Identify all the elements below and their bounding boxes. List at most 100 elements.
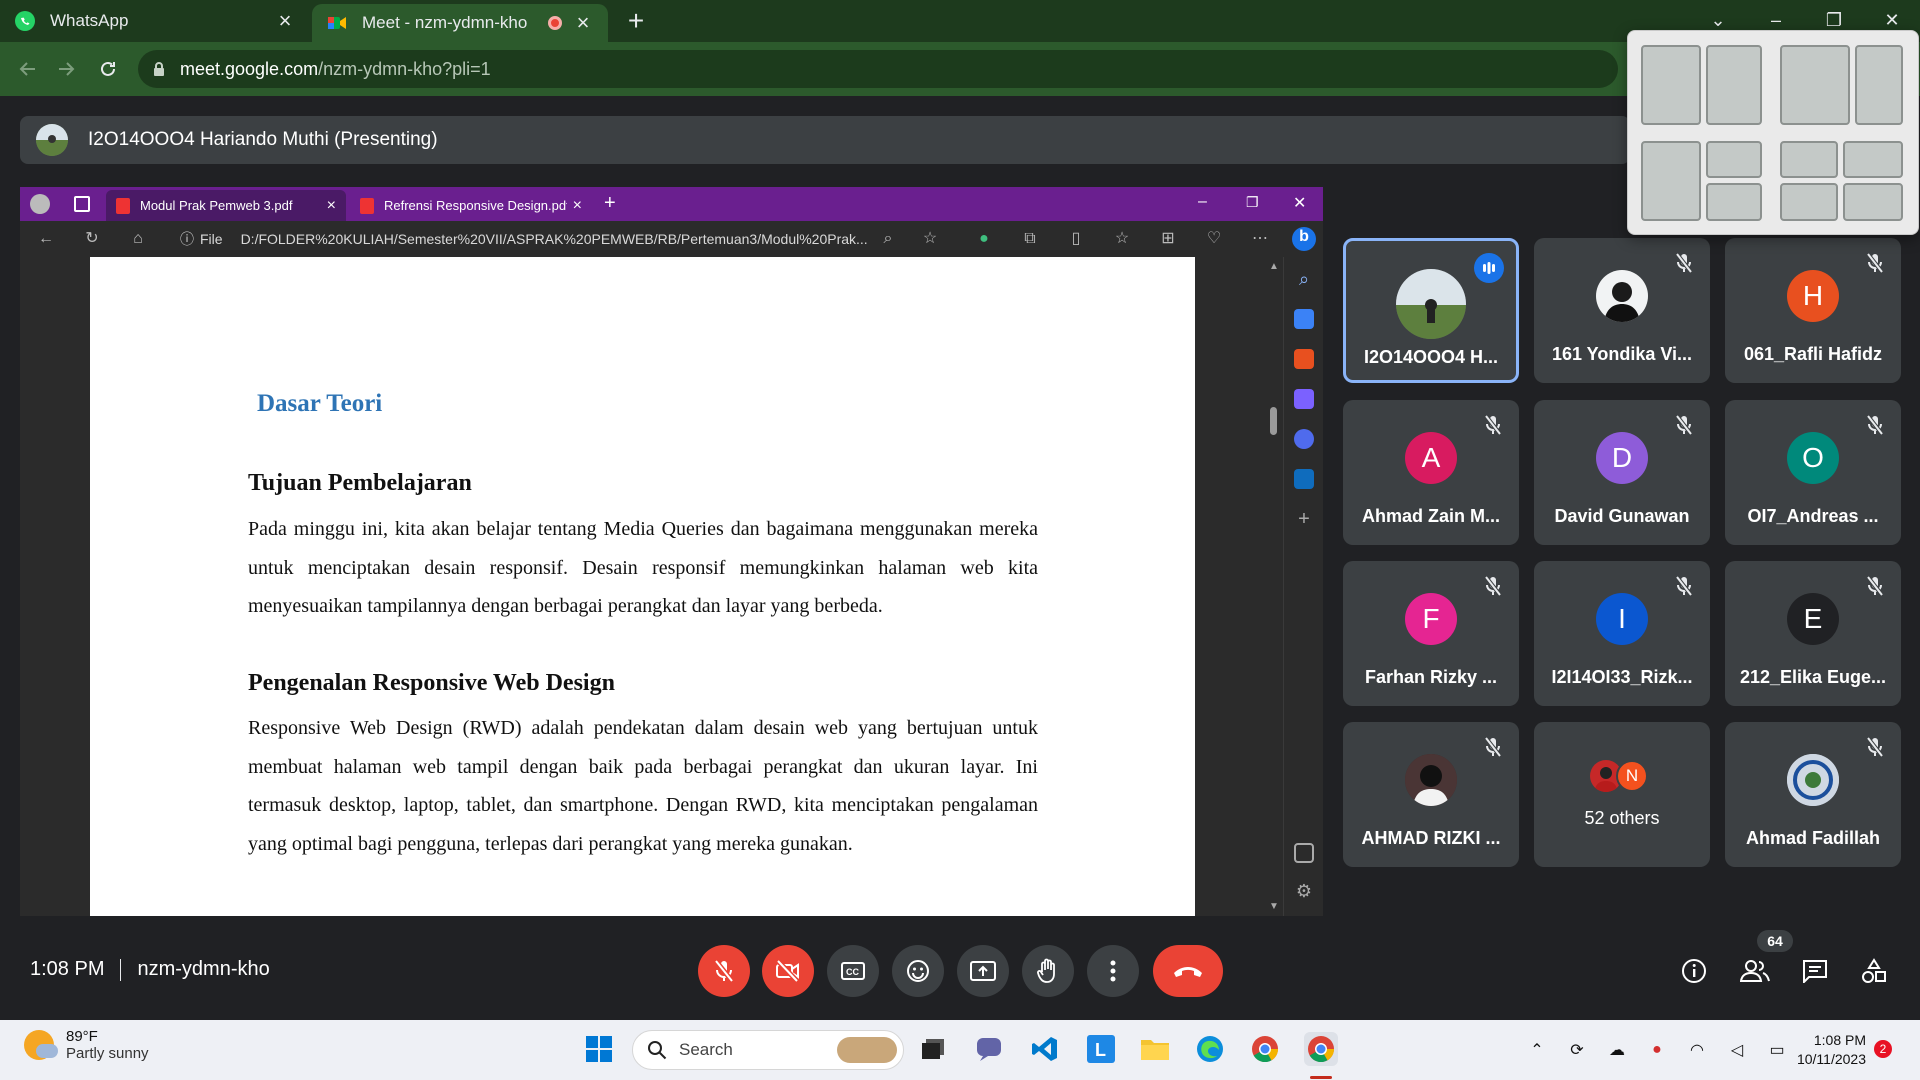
snap-zone[interactable] (1843, 141, 1903, 178)
vscode-icon[interactable] (1028, 1032, 1062, 1066)
pdf-page: Dasar Teori Tujuan Pembelajaran Pada min… (90, 257, 1195, 916)
others-tile[interactable]: N 52 others (1534, 722, 1710, 867)
participant-tile[interactable]: F Farhan Rizky ... (1343, 561, 1519, 706)
raise-hand-button[interactable] (1022, 945, 1074, 997)
health-icon: ♡ (1206, 230, 1222, 247)
tab-meet[interactable]: Meet - nzm-ydmn-kho × (312, 4, 608, 42)
participant-tile[interactable]: I I2I14OI33_Rizk... (1534, 561, 1710, 706)
mic-off-icon (1865, 252, 1885, 274)
system-tray: ⌃ ⟳ ☁ ● ◠ ◁ ▭ (1525, 1036, 1805, 1064)
settings-icon: ⚙ (1295, 881, 1313, 901)
new-tab-button[interactable]: + (622, 7, 650, 36)
close-tab-icon: × (326, 196, 336, 214)
taskbar-search[interactable]: Search (632, 1030, 904, 1070)
camera-toggle-button[interactable] (762, 945, 814, 997)
onedrive-icon[interactable]: ☁ (1605, 1038, 1629, 1062)
snap-zone[interactable] (1641, 141, 1701, 221)
close-tab-icon[interactable]: × (274, 8, 296, 33)
sync-icon[interactable]: ⟳ (1565, 1038, 1589, 1062)
weather-temp: 89°F (66, 1028, 98, 1045)
participant-tile[interactable]: A Ahmad Zain M... (1343, 400, 1519, 545)
chrome-icon[interactable] (1248, 1032, 1282, 1066)
snap-zone[interactable] (1706, 141, 1762, 178)
participant-tile[interactable]: Ahmad Fadillah (1725, 722, 1901, 867)
games-icon (1294, 389, 1314, 409)
windows-start-icon[interactable] (582, 1032, 616, 1066)
weather-widget[interactable]: 89°F Partly sunny (24, 1028, 149, 1062)
present-button[interactable] (957, 945, 1009, 997)
meeting-details-button[interactable] (1676, 953, 1712, 989)
close-tab-icon[interactable]: × (572, 10, 594, 35)
mic-toggle-button[interactable] (698, 945, 750, 997)
tab-whatsapp[interactable]: WhatsApp × (0, 0, 310, 42)
address-bar[interactable]: meet.google.com/nzm-ydmn-kho?pli=1 (138, 50, 1618, 88)
participant-name: 061_Rafli Hafidz (1743, 344, 1883, 364)
app-l-icon[interactable]: L (1084, 1032, 1118, 1066)
microphone-icon[interactable]: ● (1645, 1038, 1669, 1062)
search-icon: ⌕ (1298, 269, 1310, 289)
activities-button[interactable] (1856, 953, 1892, 989)
participant-name: David Gunawan (1554, 506, 1690, 526)
avatar: A (1405, 432, 1457, 484)
forward-icon[interactable] (52, 55, 80, 83)
sidebar-toggle-icon (1294, 843, 1314, 863)
snap-zone[interactable] (1780, 141, 1838, 178)
recording-icon (548, 16, 562, 30)
file-path: D:/FOLDER%20KULIAH/Semester%20VII/ASPRAK… (240, 231, 868, 247)
file-explorer-icon[interactable] (1138, 1032, 1172, 1066)
participant-tile[interactable]: O OI7_Andreas ... (1725, 400, 1901, 545)
participant-tile[interactable]: AHMAD RIZKI ... (1343, 722, 1519, 867)
mic-off-icon (1483, 736, 1503, 758)
favorite-icon: ☆ (922, 230, 938, 247)
reactions-button[interactable] (892, 945, 944, 997)
chevron-up-icon[interactable]: ⌃ (1525, 1038, 1549, 1062)
task-view-icon[interactable] (916, 1032, 950, 1066)
edge-url: ⓘ File D:/FOLDER%20KULIAH/Semester%20VII… (180, 227, 910, 251)
mic-off-icon (1483, 414, 1503, 436)
snap-zone[interactable] (1641, 45, 1701, 125)
snap-zone[interactable] (1780, 183, 1838, 221)
participant-tile[interactable]: D David Gunawan (1534, 400, 1710, 545)
pdf-icon (360, 197, 374, 214)
participant-tile[interactable]: E 212_Elika Euge... (1725, 561, 1901, 706)
snap-zone[interactable] (1855, 45, 1903, 125)
presenting-label: I2O14OOO4 Hariando Muthi (Presenting) (88, 129, 438, 150)
snap-zone[interactable] (1706, 45, 1762, 125)
participant-name: 161 Yondika Vi... (1551, 344, 1693, 364)
back-icon[interactable] (14, 55, 42, 83)
captions-button[interactable]: CC (827, 945, 879, 997)
wifi-icon[interactable]: ◠ (1685, 1038, 1709, 1062)
present-screen-icon (970, 960, 996, 982)
people-button[interactable] (1737, 953, 1773, 989)
people-icon (1740, 959, 1770, 983)
edge-tab-refrensi: Refrensi Responsive Design.pdf × (350, 190, 592, 221)
participant-tile[interactable]: I2O14OOO4 H... (1343, 238, 1519, 383)
split-screen-icon: ▯ (1071, 230, 1081, 247)
volume-icon[interactable]: ◁ (1725, 1038, 1749, 1062)
svg-text:L: L (1095, 1040, 1106, 1060)
chrome-active-icon[interactable] (1304, 1032, 1338, 1066)
participant-tile[interactable]: 161 Yondika Vi... (1534, 238, 1710, 383)
scroll-up-icon: ▲ (1269, 261, 1279, 272)
edge-icon[interactable] (1193, 1032, 1227, 1066)
leave-call-button[interactable] (1153, 945, 1223, 997)
profile-icon (30, 194, 50, 214)
office-icon (1294, 429, 1314, 449)
tab-title: Modul Prak Pemweb 3.pdf (140, 198, 293, 213)
snap-zone[interactable] (1843, 183, 1903, 221)
search-highlight-icon (837, 1037, 897, 1063)
chat-icon (1802, 959, 1828, 983)
system-clock[interactable]: 1:08 PM 10/11/2023 (1774, 1031, 1866, 1069)
snap-zone[interactable] (1706, 183, 1762, 221)
participant-tile[interactable]: H 061_Rafli Hafidz (1725, 238, 1901, 383)
participant-name: OI7_Andreas ... (1747, 506, 1879, 526)
avatar (1596, 270, 1648, 322)
notification-badge[interactable]: 2 (1874, 1040, 1892, 1058)
pdf-icon (116, 197, 130, 214)
chat-button[interactable] (1797, 953, 1833, 989)
teams-chat-icon[interactable] (972, 1032, 1006, 1066)
reload-icon[interactable] (94, 55, 122, 83)
snap-zone[interactable] (1780, 45, 1850, 125)
more-options-button[interactable] (1087, 945, 1139, 997)
scroll-down-icon: ▼ (1269, 901, 1279, 912)
